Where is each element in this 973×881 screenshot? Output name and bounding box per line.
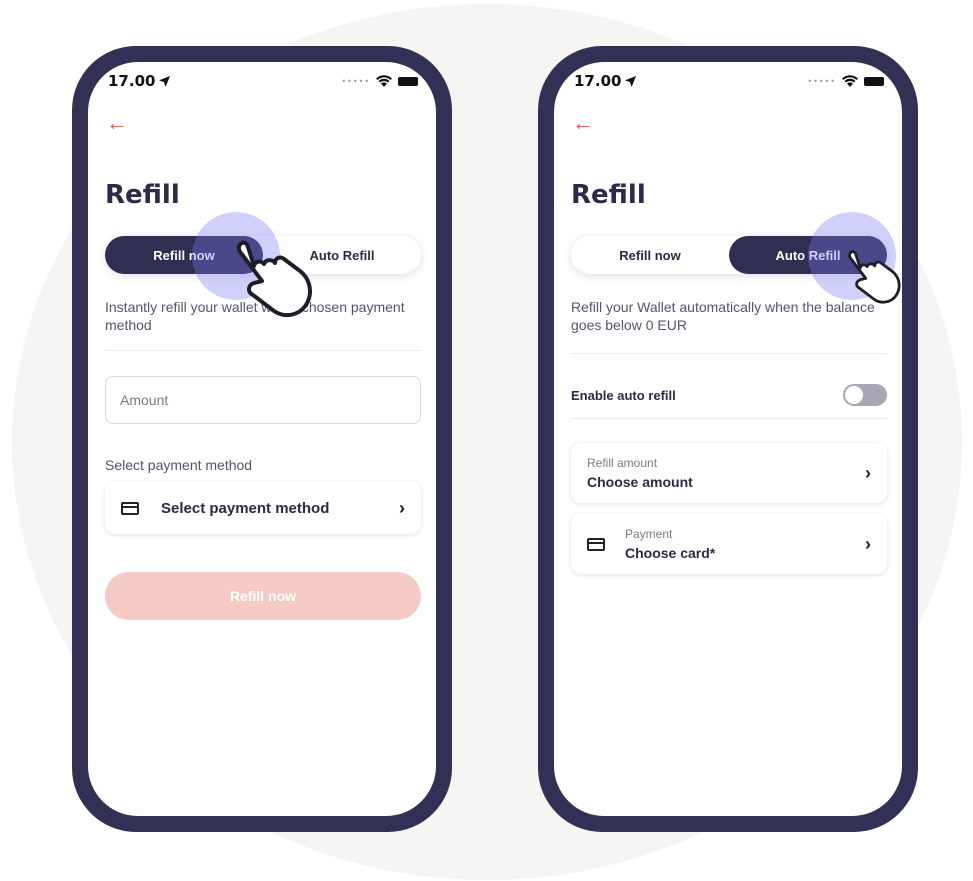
status-bar: 17.00 ••••• <box>108 70 418 92</box>
left-phone-screen: 17.00 ••••• ← Refill Refill now Auto Ref… <box>88 62 436 816</box>
payment-card-row[interactable]: Payment Choose card* › <box>571 514 887 574</box>
chevron-right-icon: › <box>399 497 405 518</box>
right-phone-frame: 17.00 ••••• ← Refill Refill now Auto Ref… <box>538 46 918 832</box>
card-icon <box>587 537 605 551</box>
wifi-icon <box>376 75 392 87</box>
battery-icon <box>398 76 418 86</box>
chevron-right-icon: › <box>865 533 871 554</box>
page-title: Refill <box>105 180 180 210</box>
refill-amount-label: Refill amount <box>587 456 658 470</box>
back-arrow-icon[interactable]: ← <box>106 112 128 134</box>
enable-auto-refill-label: Enable auto refill <box>571 387 676 403</box>
select-payment-method-row[interactable]: Select payment method › <box>105 482 421 534</box>
signal-dots-icon: ••••• <box>341 76 370 86</box>
location-arrow-icon <box>159 75 171 87</box>
amount-input[interactable]: Amount <box>105 376 421 424</box>
payment-section-label: Select payment method <box>105 457 253 473</box>
right-phone-screen: 17.00 ••••• ← Refill Refill now Auto Ref… <box>554 62 902 816</box>
status-bar: 17.00 ••••• <box>574 70 884 92</box>
refill-amount-row[interactable]: Refill amount Choose amount › <box>571 443 887 503</box>
enable-auto-refill-toggle[interactable] <box>843 384 887 406</box>
status-time: 17.00 <box>108 72 156 90</box>
chevron-right-icon: › <box>865 462 871 483</box>
status-time: 17.00 <box>574 72 622 90</box>
back-arrow-icon[interactable]: ← <box>572 112 594 134</box>
hand-pointer-icon <box>848 250 901 304</box>
refill-amount-value: Choose amount <box>587 474 693 490</box>
location-arrow-icon <box>625 75 637 87</box>
hand-pointer-icon <box>236 240 312 318</box>
divider <box>105 350 421 351</box>
tab-refill-now[interactable]: Refill now <box>571 236 729 274</box>
signal-dots-icon: ••••• <box>807 76 836 86</box>
payment-selector-label: Select payment method <box>161 499 330 517</box>
divider <box>571 418 887 419</box>
wifi-icon <box>842 75 858 87</box>
divider <box>571 353 887 354</box>
refill-now-button[interactable]: Refill now <box>105 572 421 620</box>
left-phone-frame: 17.00 ••••• ← Refill Refill now Auto Ref… <box>72 46 452 832</box>
card-icon <box>121 501 139 515</box>
auto-refill-description: Refill your Wallet automatically when th… <box>571 299 875 333</box>
enable-auto-refill-row: Enable auto refill <box>571 380 887 410</box>
battery-icon <box>864 76 884 86</box>
payment-label: Payment <box>625 527 673 541</box>
page-title: Refill <box>571 180 646 210</box>
payment-value: Choose card* <box>625 545 716 561</box>
toggle-knob <box>845 386 863 404</box>
